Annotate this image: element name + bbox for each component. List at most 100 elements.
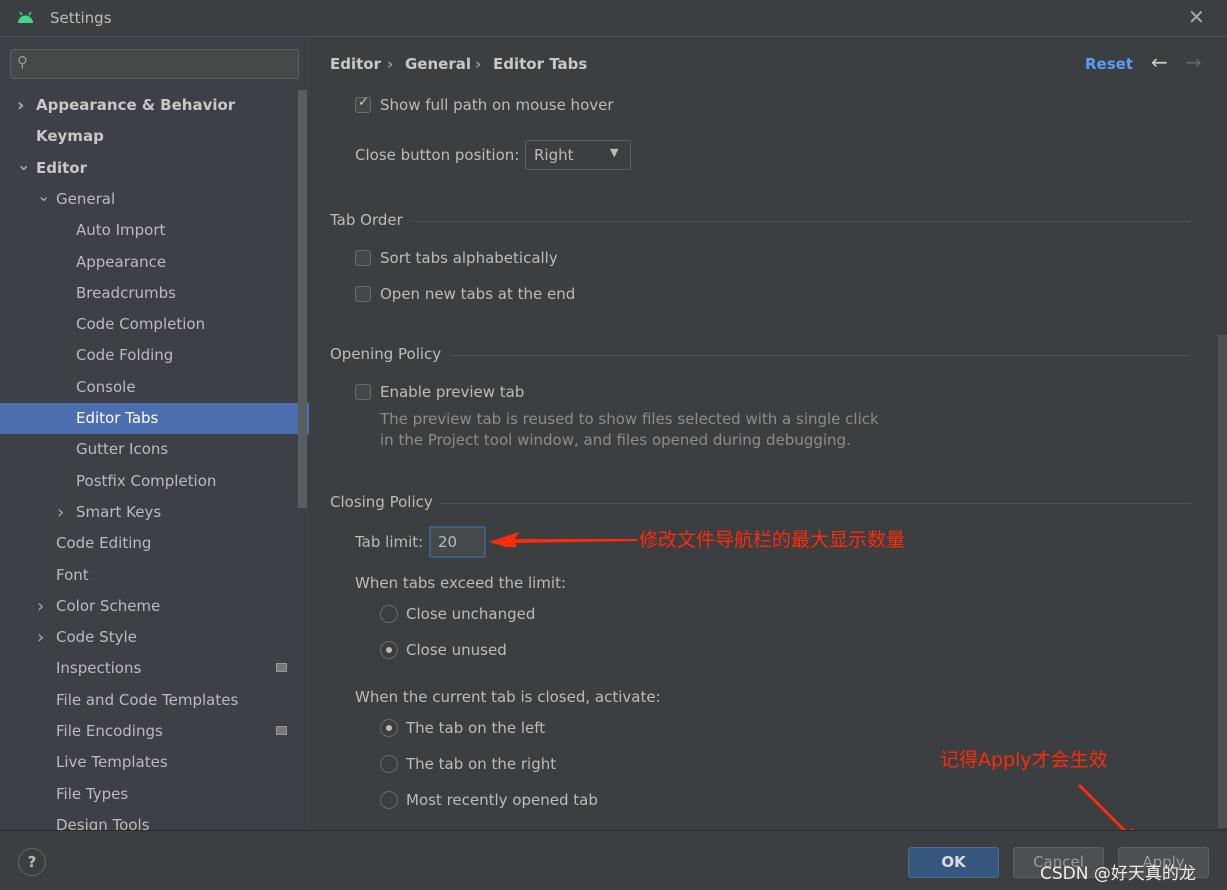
sidebar-item[interactable]: Appearance: [0, 247, 309, 278]
ok-button[interactable]: OK: [908, 847, 999, 878]
sidebar-item-label: File Encodings: [56, 722, 163, 740]
help-button[interactable]: ?: [18, 848, 46, 876]
sidebar-item-label: Code Completion: [76, 315, 206, 334]
sidebar-item[interactable]: Code Completion: [0, 309, 309, 340]
sidebar-item-label: Keymap: [36, 127, 104, 146]
sidebar-item-label: Appearance: [76, 252, 167, 271]
annotation-arrow-icon: [489, 532, 637, 547]
sidebar-item[interactable]: Auto Import: [0, 215, 309, 246]
annotation-text: 修改文件导航栏的最大显示数量: [639, 529, 906, 551]
breadcrumb-item[interactable]: General: [405, 55, 471, 73]
sidebar: ⚲ › Appearance & Behavior Keymap ⌄ Editor ⌄ Ge…: [0, 37, 309, 834]
preview-description: in the Project tool window, and files op…: [380, 431, 851, 449]
watermark: CSDN @好天真的龙: [1040, 864, 1196, 884]
tab-right-radio[interactable]: [380, 755, 398, 773]
window-title: Settings: [50, 9, 112, 27]
search-icon: ⚲: [17, 53, 28, 71]
chevron-right-icon[interactable]: ›: [37, 591, 44, 622]
sidebar-item[interactable]: › Appearance & Behavior: [0, 90, 309, 121]
closed-activate-label: When the current tab is closed, activate…: [355, 688, 661, 706]
close-button-position-label: Close button position:: [355, 146, 520, 164]
android-icon: [18, 11, 33, 23]
sidebar-item-label: Console: [76, 377, 136, 396]
sidebar-item-label: Breadcrumbs: [76, 283, 176, 302]
project-scope-icon: [276, 726, 287, 735]
sidebar-item[interactable]: File Encodings: [0, 716, 309, 747]
chevron-right-icon[interactable]: ›: [17, 90, 24, 121]
sidebar-item-label: File Types: [56, 784, 129, 803]
breadcrumb-item[interactable]: Editor: [330, 55, 381, 73]
project-scope-icon: [276, 663, 287, 673]
sidebar-item-label: Live Templates: [56, 753, 168, 772]
show-full-path-checkbox[interactable]: ✓: [355, 95, 371, 113]
sort-alpha-checkbox[interactable]: [355, 250, 371, 266]
most-recent-label: Most recently opened tab: [406, 791, 598, 809]
tab-left-label: The tab on the left: [406, 719, 546, 737]
tab-limit-value: 20: [438, 533, 458, 551]
sidebar-item[interactable]: Editor Tabs: [0, 403, 309, 434]
search-input[interactable]: ⚲: [10, 49, 299, 79]
reset-link[interactable]: Reset: [1085, 55, 1133, 73]
section-opening-policy: Opening Policy: [330, 345, 442, 363]
sidebar-item[interactable]: › Color Scheme: [0, 591, 309, 622]
settings-panel: Editor › General › Editor Tabs Reset ← →…: [309, 37, 1227, 848]
tab-limit-label: Tab limit:: [355, 533, 424, 551]
tab-limit-input[interactable]: 20: [429, 526, 486, 558]
sidebar-item-label: Smart Keys: [76, 502, 162, 521]
annotation-text: 记得Apply才会生效: [940, 749, 1108, 771]
sidebar-item-label: Color Scheme: [56, 596, 161, 615]
preview-tab-checkbox[interactable]: [355, 384, 371, 400]
close-unchanged-radio[interactable]: [380, 605, 398, 623]
sidebar-item[interactable]: Live Templates: [0, 747, 309, 778]
sort-alpha-label: Sort tabs alphabetically: [380, 249, 558, 267]
sidebar-item[interactable]: Code Editing: [0, 528, 309, 559]
close-unused-label: Close unused: [406, 641, 507, 659]
sidebar-item[interactable]: File and Code Templates: [0, 685, 309, 716]
forward-arrow-icon[interactable]: →: [1185, 50, 1202, 74]
chevron-down-icon: ▼: [610, 146, 619, 159]
sidebar-item[interactable]: File Types: [0, 779, 309, 810]
chevron-down-icon[interactable]: ⌄: [17, 149, 30, 180]
sidebar-item[interactable]: Font: [0, 560, 309, 591]
tab-left-radio[interactable]: [380, 719, 398, 737]
preview-description: The preview tab is reused to show files …: [380, 410, 879, 428]
sidebar-item[interactable]: Inspections: [0, 653, 309, 684]
sidebar-scrollbar[interactable]: [298, 90, 307, 508]
sidebar-item-label: File and Code Templates: [56, 690, 239, 709]
dialog-footer: ? OK Cancel Apply CSDN @好天真的龙: [0, 830, 1227, 890]
sidebar-item-label: Inspections: [56, 659, 142, 678]
chevron-right-icon[interactable]: ›: [57, 497, 64, 528]
show-full-path-label: Show full path on mouse hover: [380, 96, 614, 114]
close-unused-radio[interactable]: [380, 641, 398, 659]
sidebar-item-label: Postfix Completion: [76, 471, 217, 490]
sidebar-item-label: Gutter Icons: [76, 440, 169, 459]
panel-scrollbar[interactable]: [1218, 335, 1227, 828]
select-value: Right: [534, 146, 574, 164]
sidebar-item-label: Code Style: [56, 628, 137, 647]
sidebar-item[interactable]: Keymap: [0, 121, 309, 152]
open-end-checkbox[interactable]: [355, 286, 371, 302]
sidebar-item[interactable]: Code Folding: [0, 340, 309, 371]
back-arrow-icon[interactable]: ←: [1151, 50, 1168, 74]
close-button-position-select[interactable]: Right ▼: [525, 140, 631, 170]
sidebar-item-label: Appearance & Behavior: [36, 96, 236, 114]
section-closing-policy: Closing Policy: [330, 493, 433, 511]
preview-tab-label: Enable preview tab: [380, 383, 525, 401]
sidebar-item[interactable]: Gutter Icons: [0, 434, 309, 465]
sidebar-item[interactable]: › Code Style: [0, 622, 309, 653]
exceed-label: When tabs exceed the limit:: [355, 574, 567, 592]
title-bar: Settings ✕: [0, 0, 1227, 37]
sidebar-item[interactable]: › Smart Keys: [0, 497, 309, 528]
sidebar-item[interactable]: Console: [0, 372, 309, 403]
sidebar-item-label: Code Editing: [56, 534, 152, 553]
sidebar-item[interactable]: ⌄ General: [0, 184, 309, 215]
tab-right-label: The tab on the right: [406, 755, 557, 773]
close-icon[interactable]: ✕: [1188, 5, 1205, 29]
most-recent-radio[interactable]: [380, 791, 398, 809]
chevron-right-icon[interactable]: ›: [37, 622, 44, 653]
sidebar-item-label: Editor Tabs: [76, 409, 159, 427]
sidebar-item-label: Code Folding: [76, 346, 174, 365]
sidebar-item[interactable]: Breadcrumbs: [0, 278, 309, 309]
chevron-down-icon[interactable]: ⌄: [37, 180, 50, 211]
sidebar-item[interactable]: Postfix Completion: [0, 466, 309, 497]
